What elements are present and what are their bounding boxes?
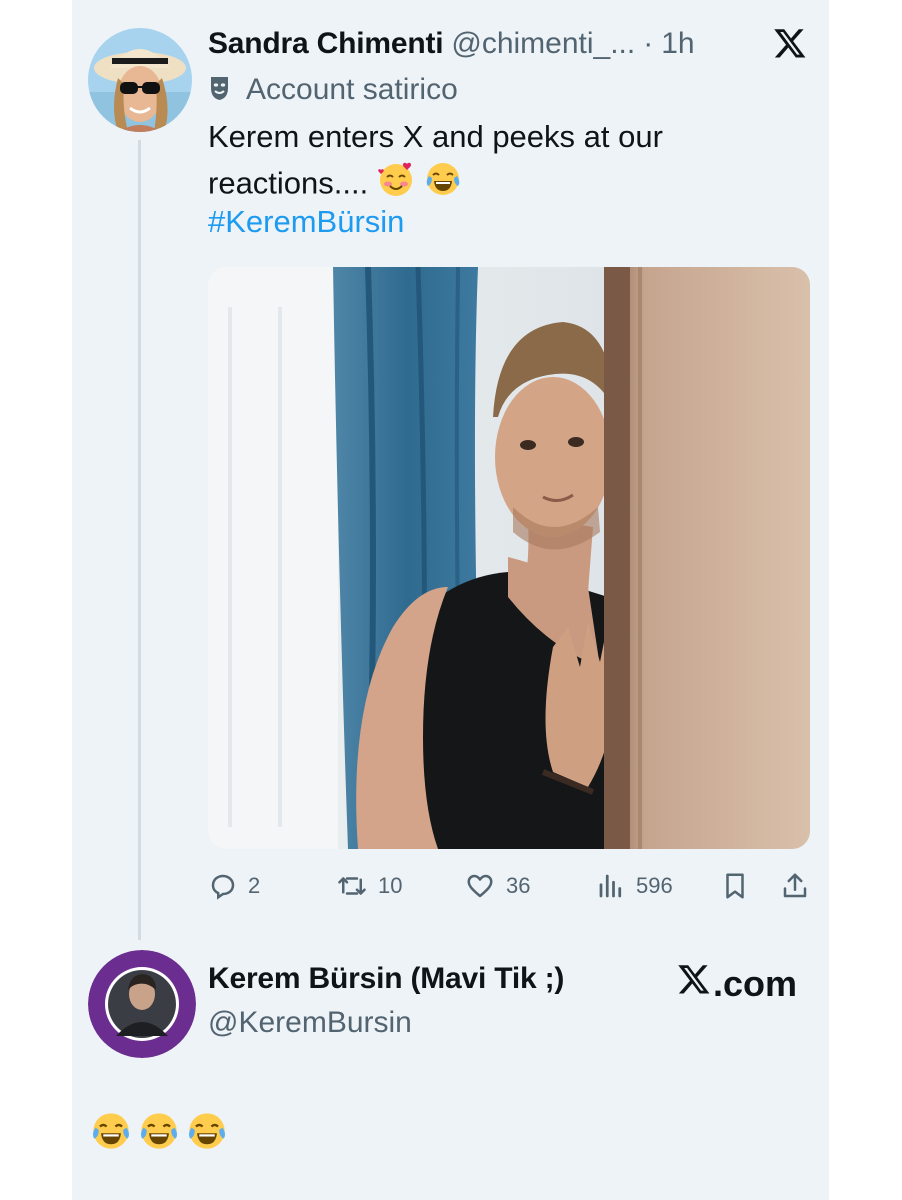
reply-button[interactable]: 2 [208, 864, 260, 908]
kerem-avatar-badge[interactable] [88, 950, 196, 1058]
reply-icon [208, 871, 238, 901]
share-button[interactable] [780, 864, 810, 908]
reply-count: 2 [248, 873, 261, 898]
tweet-photo [208, 267, 810, 849]
kerem-display-name[interactable]: Kerem Bürsin (Mavi Tik ;) [208, 962, 564, 995]
x-logo-icon[interactable] [773, 26, 807, 65]
like-count: 36 [506, 873, 531, 898]
kerem-name-row: Kerem Bürsin (Mavi Tik ;) [208, 962, 564, 996]
tweet-header: Sandra Chimenti @chimenti_... · 1h [208, 24, 695, 64]
like-button[interactable]: 36 [464, 864, 530, 908]
bookmark-button[interactable] [720, 864, 750, 908]
views-button[interactable]: 596 [596, 864, 673, 908]
tears-of-joy-icon [138, 1110, 180, 1157]
share-icon [780, 871, 810, 901]
tears-of-joy-icon [186, 1110, 228, 1157]
like-icon [464, 871, 496, 901]
theater-masks-icon [208, 74, 234, 107]
views-count: 596 [636, 873, 673, 898]
header-separator: · [643, 27, 654, 60]
tears-of-joy-icon [424, 160, 462, 211]
x-logo-icon [677, 962, 711, 1005]
x-com-link[interactable]: .com [677, 962, 797, 1005]
thread-connector-line [138, 140, 141, 940]
author-avatar[interactable] [88, 28, 192, 132]
tweet-text: Kerem enters X and peeks at our reaction… [208, 114, 768, 211]
tears-of-joy-icon [90, 1110, 132, 1157]
kerem-handle[interactable]: @KeremBursin [208, 1006, 412, 1040]
x-com-text: .com [712, 962, 797, 1004]
hashtag-link[interactable]: #KeremBürsin [208, 204, 404, 240]
repost-icon [336, 871, 368, 901]
account-label: Account satirico [208, 70, 458, 110]
tweet-media[interactable] [208, 267, 810, 849]
reaction-emojis [90, 1110, 228, 1157]
author-name[interactable]: Sandra Chimenti [208, 27, 444, 61]
repost-button[interactable]: 10 [336, 864, 402, 908]
tweet-actions: 2 10 36 596 [208, 864, 812, 908]
author-handle[interactable]: @chimenti_... [451, 27, 635, 61]
tweet-card: Sandra Chimenti @chimenti_... · 1h Accou… [72, 0, 829, 1200]
repost-count: 10 [378, 873, 403, 898]
views-icon [596, 871, 626, 901]
bookmark-icon [720, 871, 750, 901]
account-label-text: Account satirico [246, 73, 458, 106]
tweet-time[interactable]: 1h [661, 27, 694, 61]
